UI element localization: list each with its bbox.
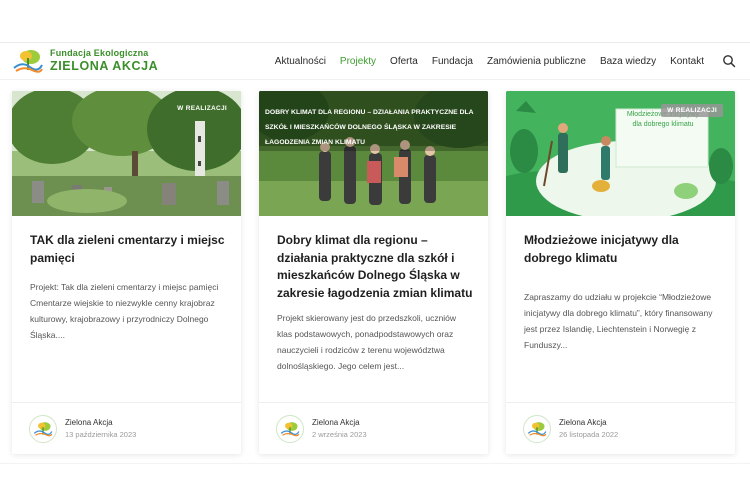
card-excerpt: Zapraszamy do udziału w projekcie “Młodz…: [524, 292, 713, 350]
card-title[interactable]: Dobry klimat dla regionu – działania pra…: [277, 232, 477, 302]
card-image-group[interactable]: DOBRY KLIMAT DLA REGIONU – DZIAŁANIA PRA…: [259, 91, 488, 216]
card-image-cemetery[interactable]: W REALIZACJI: [12, 91, 241, 216]
logo-tree-icon: [33, 421, 53, 436]
card-date: 13 października 2023: [65, 430, 137, 439]
card-title[interactable]: TAK dla zieleni cmentarzy i miejsc pamię…: [30, 232, 230, 267]
project-card[interactable]: DOBRY KLIMAT DLA REGIONU – DZIAŁANIA PRA…: [259, 91, 488, 454]
site-logo[interactable]: Fundacja Ekologiczna ZIELONA AKCJA: [12, 48, 158, 74]
card-title[interactable]: Młodzieżowe inicjatywy dla dobrego klima…: [524, 232, 724, 267]
nav-item-fundacja[interactable]: Fundacja: [432, 56, 473, 67]
top-spacer: [0, 0, 750, 42]
logo-line1: Fundacja Ekologiczna: [50, 48, 149, 59]
project-cards: W REALIZACJI TAK dla zieleni cmentarzy i…: [12, 91, 735, 454]
card-author[interactable]: Zielona Akcja: [312, 418, 367, 427]
nav-item-projekty[interactable]: Projekty: [340, 56, 376, 67]
avatar[interactable]: [523, 414, 551, 443]
project-card[interactable]: Młodzieżowe inicjatywy dla dobrego klima…: [506, 91, 735, 454]
logo-tree-icon: [13, 50, 43, 73]
avatar[interactable]: [29, 414, 57, 443]
nav-item-oferta[interactable]: Oferta: [390, 56, 418, 67]
main-nav: Aktualności Projekty Oferta Fundacja Zam…: [275, 54, 736, 68]
nav-item-aktualnosci[interactable]: Aktualności: [275, 56, 326, 67]
nav-item-kontakt[interactable]: Kontakt: [670, 56, 704, 67]
card-author[interactable]: Zielona Akcja: [65, 418, 136, 427]
search-icon[interactable]: [722, 54, 736, 68]
status-badge: W REALIZACJI: [661, 104, 723, 117]
logo-line2: ZIELONA AKCJA: [50, 59, 159, 74]
card-date: 2 września 2023: [312, 430, 367, 439]
card-excerpt: Projekt: Tak dla zieleni cmentarzy i mie…: [30, 282, 219, 340]
card-footer: Zielona Akcja 13 października 2023: [12, 402, 241, 454]
card-date: 26 listopada 2022: [559, 430, 619, 439]
site-header: Fundacja Ekologiczna ZIELONA AKCJA Aktua…: [0, 42, 750, 80]
card-author[interactable]: Zielona Akcja: [559, 418, 618, 427]
nav-item-zamowienia[interactable]: Zamówienia publiczne: [487, 56, 586, 67]
nav-item-baza-wiedzy[interactable]: Baza wiedzy: [600, 56, 656, 67]
project-card[interactable]: W REALIZACJI TAK dla zieleni cmentarzy i…: [12, 91, 241, 454]
logo-tree-icon: [280, 421, 300, 436]
card-footer: Zielona Akcja 26 listopada 2022: [506, 402, 735, 454]
card-footer: Zielona Akcja 2 września 2023: [259, 402, 488, 454]
card-excerpt: Projekt skierowany jest do przedszkoli, …: [277, 313, 457, 371]
logo-tree-icon: [527, 421, 547, 436]
divider: [0, 463, 750, 464]
card-image-caption: DOBRY KLIMAT DLA REGIONU – DZIAŁANIA PRA…: [265, 109, 474, 146]
status-badge: W REALIZACJI: [177, 105, 227, 112]
avatar[interactable]: [276, 414, 304, 443]
card-image-illustration[interactable]: Młodzieżowe inicjatywy dla dobrego klima…: [506, 91, 735, 216]
